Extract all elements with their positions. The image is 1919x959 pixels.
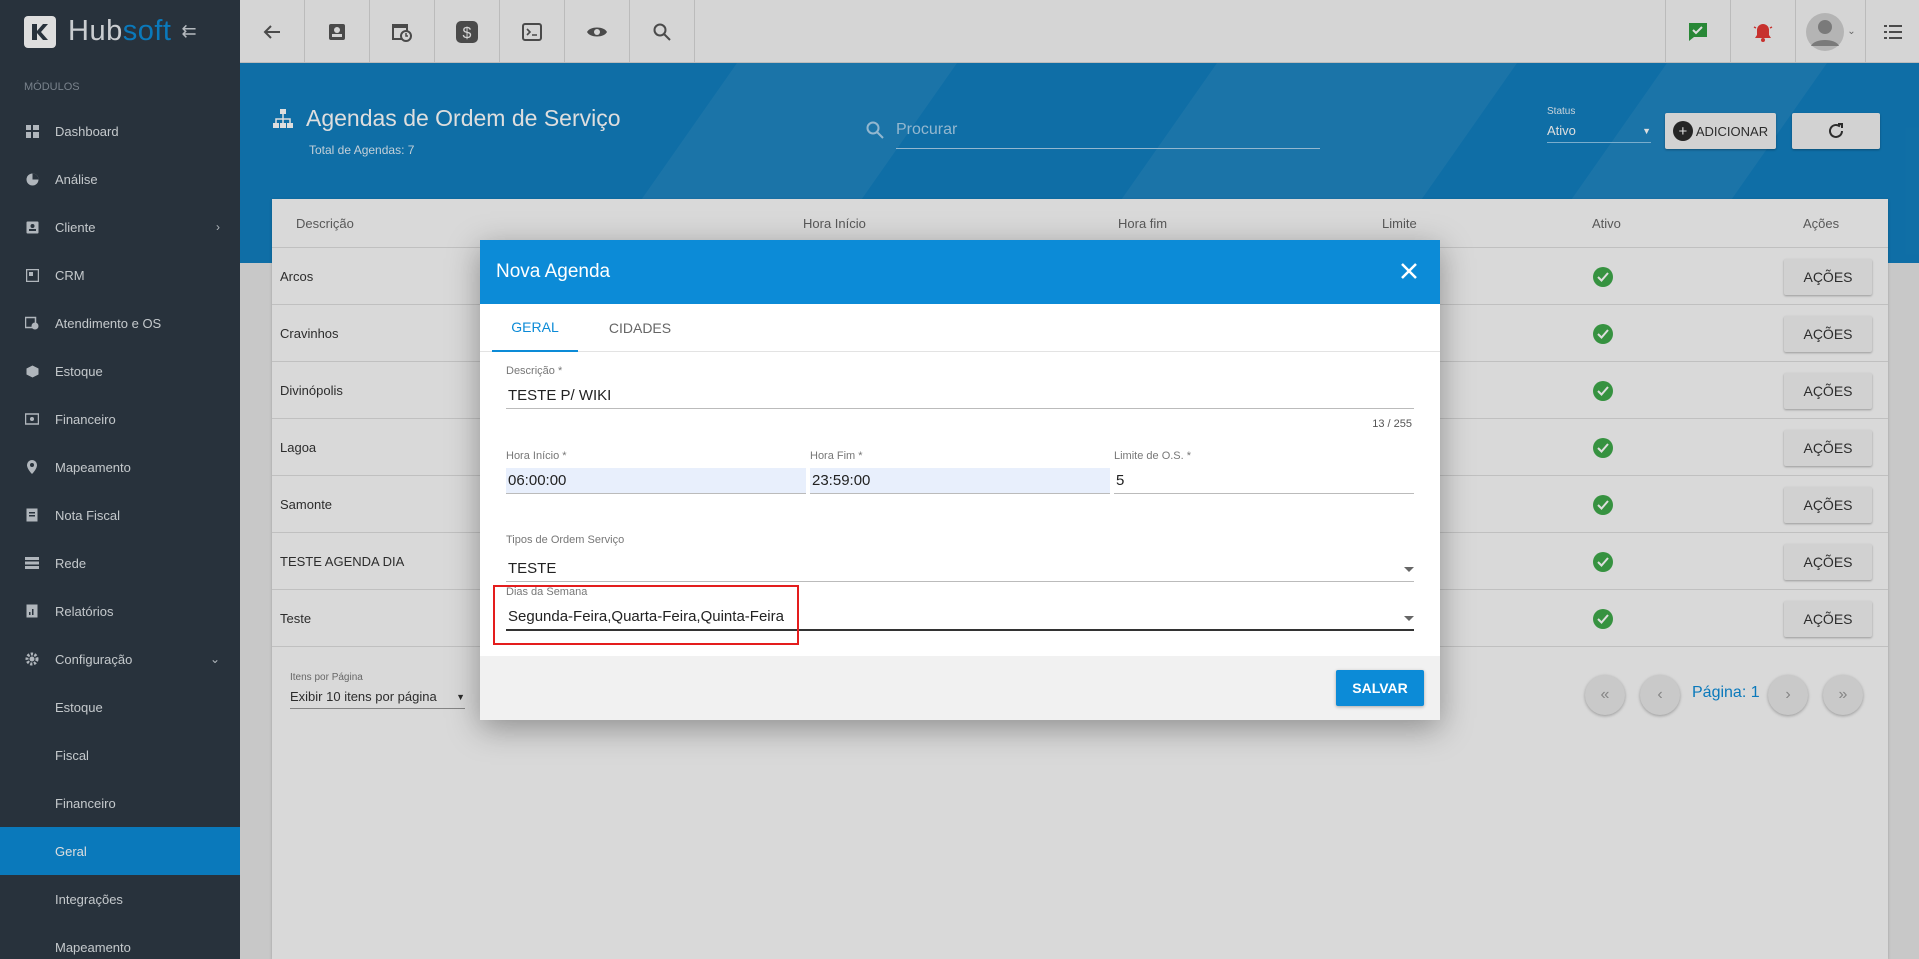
modal-footer: SALVAR <box>480 656 1440 720</box>
limite-value: 5 <box>1114 468 1414 494</box>
descricao-value: TESTE P/ WIKI <box>506 383 1414 409</box>
tipos-os-value: TESTE <box>506 556 1414 582</box>
hora-fim-field[interactable]: Hora Fim * 23:59:00 <box>810 450 1110 494</box>
modal-header: Nova Agenda <box>480 240 1440 304</box>
caret-down-icon <box>1404 616 1414 621</box>
hora-inicio-label: Hora Início * <box>506 450 567 462</box>
limite-field[interactable]: Limite de O.S. * 5 <box>1114 450 1414 494</box>
tab-label: GERAL <box>511 319 559 335</box>
tipos-os-select[interactable]: Tipos de Ordem Serviço TESTE <box>506 534 1414 582</box>
limite-label: Limite de O.S. * <box>1114 450 1192 462</box>
descricao-field[interactable]: Descrição * TESTE P/ WIKI <box>506 365 1414 409</box>
descricao-label: Descrição * <box>506 365 563 377</box>
modal-title: Nova Agenda <box>496 261 611 282</box>
modal-tabs: GERAL CIDADES <box>480 304 1440 352</box>
tab-geral[interactable]: GERAL <box>492 304 578 352</box>
hora-fim-label: Hora Fim * <box>810 450 863 462</box>
new-schedule-modal: Nova Agenda GERAL CIDADES Descrição * TE… <box>480 240 1440 720</box>
hora-fim-value: 23:59:00 <box>810 468 1110 494</box>
close-icon[interactable] <box>1398 260 1420 282</box>
tipos-os-label: Tipos de Ordem Serviço <box>506 534 625 546</box>
tab-label: CIDADES <box>608 320 672 336</box>
tab-cidades[interactable]: CIDADES <box>604 304 676 352</box>
hora-inicio-field[interactable]: Hora Início * 06:00:00 <box>506 450 806 494</box>
save-button[interactable]: SALVAR <box>1336 670 1424 706</box>
char-counter: 13 / 255 <box>1372 418 1412 430</box>
hora-inicio-value: 06:00:00 <box>506 468 806 494</box>
highlight-box <box>493 585 799 645</box>
caret-down-icon <box>1404 567 1414 572</box>
